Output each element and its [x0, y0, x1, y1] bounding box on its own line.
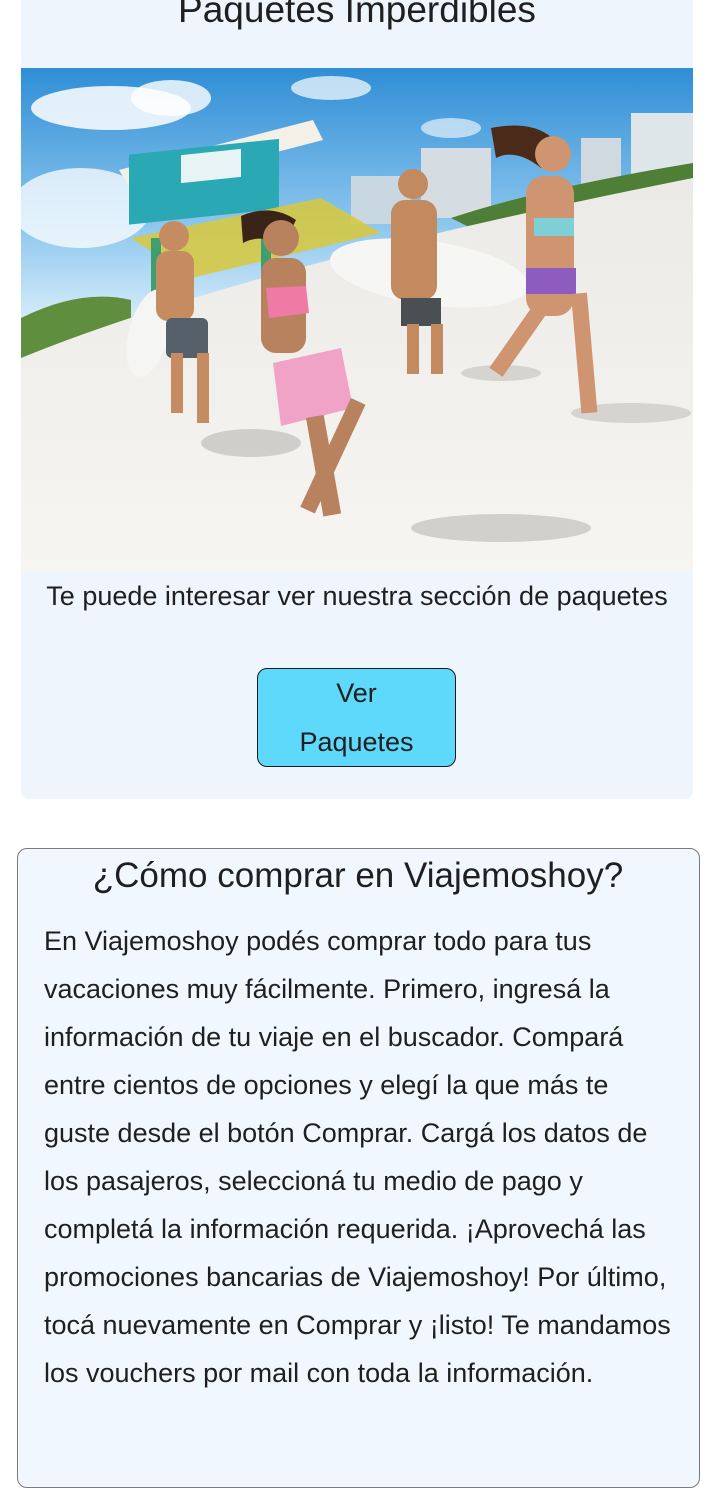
how-to-buy-text: En Viajemoshoy podés comprar todo para t…: [44, 926, 671, 1388]
how-to-buy-card: ¿Cómo comprar en Viajemoshoy? En Viajemo…: [17, 848, 700, 1488]
packages-description: Te puede interesar ver nuestra sección d…: [46, 581, 668, 611]
ver-paquetes-button[interactable]: Ver Paquetes: [257, 668, 456, 767]
packages-card: Paquetes Imperdibles Te puede interesar …: [21, 0, 693, 799]
packages-title: Paquetes Imperdibles: [178, 0, 536, 30]
how-to-buy-title: ¿Cómo comprar en Viajemoshoy?: [92, 856, 624, 895]
beach-photo: [21, 68, 693, 571]
